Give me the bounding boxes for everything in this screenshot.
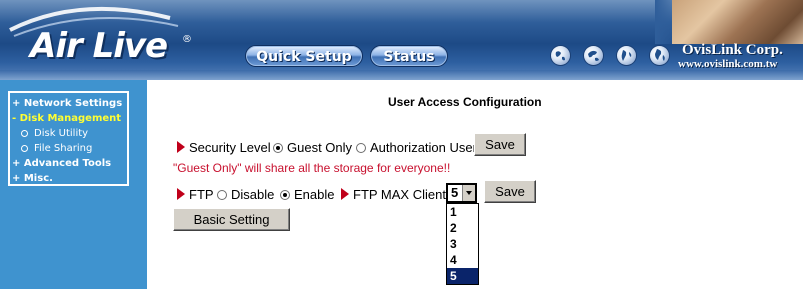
company-website: www.ovislink.com.tw [678,58,778,70]
dropdown-option[interactable]: 2 [447,220,478,236]
sidebar-item-label: Disk Utility [34,128,89,139]
header-banner: Air Live ® Quick Setup Status OvisLink C… [0,0,803,80]
ftp-label: FTP [189,187,214,202]
status-button[interactable]: Status [370,45,448,67]
header-photo [672,0,803,44]
page-title: User Access Configuration [388,95,542,109]
company-name: OvisLink Corp. [682,42,783,58]
sidebar-item-advanced-tools[interactable]: + Advanced Tools [10,156,127,171]
guest-only-radio[interactable] [273,143,283,153]
guest-only-label: Guest Only [287,140,353,155]
select-value: 5 [451,185,459,200]
security-level-label: Security Level [189,140,271,155]
chevron-down-icon[interactable] [462,185,475,201]
guest-warning-text: "Guest Only" will share all the storage … [173,161,451,175]
ftp-disable-label: Disable [231,187,275,202]
dropdown-option[interactable]: 3 [447,236,478,252]
arrow-icon [341,188,349,200]
sidebar-item-label: File Sharing [34,143,93,154]
registered-mark: ® [182,34,192,45]
sidebar-item-misc[interactable]: + Misc. [10,171,127,186]
dropdown-option[interactable]: 1 [447,204,478,220]
globe-icon[interactable] [551,46,570,65]
bullet-icon [21,130,28,137]
ftp-disable-radio[interactable] [217,190,227,200]
sidebar-item-network-settings[interactable]: + Network Settings [10,96,127,111]
ftp-save-button[interactable]: Save [484,180,536,203]
arrow-icon [177,188,185,200]
ftp-enable-label: Enable [294,187,335,202]
dropdown-option[interactable]: 4 [447,252,478,268]
sidebar-item-disk-management[interactable]: - Disk Management [10,111,127,126]
globe-icon[interactable] [617,46,636,65]
sidebar-item-file-sharing[interactable]: File Sharing [10,141,127,156]
dropdown-option-selected[interactable]: 5 [447,268,478,284]
authorization-user-radio[interactable] [356,143,366,153]
quick-setup-button[interactable]: Quick Setup [245,45,363,67]
globe-icon[interactable] [650,46,669,65]
ftp-max-clients-label: FTP MAX Clients [353,187,453,202]
ftp-max-clients-select[interactable]: 5 [446,183,477,203]
security-save-button[interactable]: Save [474,133,526,156]
sidebar-item-disk-utility[interactable]: Disk Utility [10,126,127,141]
globe-icon[interactable] [584,46,603,65]
ftp-enable-radio[interactable] [280,190,290,200]
ftp-max-clients-dropdown: 1 2 3 4 5 [446,203,479,285]
airlive-logo: Air Live [30,26,168,66]
arrow-icon [177,141,185,153]
authorization-user-label: Authorization User [370,140,477,155]
basic-setting-button[interactable]: Basic Setting [173,208,290,231]
sidebar-menu: + Network Settings - Disk Management Dis… [8,91,129,186]
sidebar: + Network Settings - Disk Management Dis… [0,80,147,289]
bullet-icon [21,145,28,152]
